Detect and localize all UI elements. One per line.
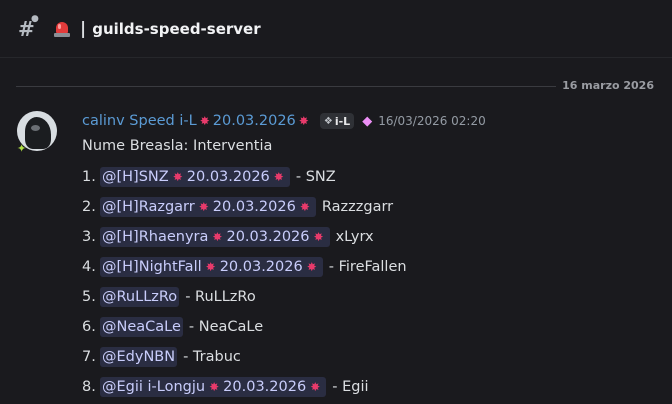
mention-label: @[H]Razgarr xyxy=(102,199,195,215)
list-item-suffix: - Egii xyxy=(332,379,369,395)
list-item-suffix: - NeaCaLe xyxy=(188,319,264,335)
list-number: 3. xyxy=(82,229,96,245)
gem-icon: ◆ xyxy=(362,113,373,129)
guild-tag-label: i-L xyxy=(334,114,351,128)
rotating-light-icon xyxy=(54,20,70,38)
list-number: 2. xyxy=(82,199,96,215)
user-mention[interactable]: @NeaCaLe xyxy=(100,317,183,337)
sparkle-icon: ✸ xyxy=(212,230,223,244)
list-item-suffix: - SNZ xyxy=(295,169,336,185)
sparkle-icon: ✸ xyxy=(298,114,309,128)
channel-header: # ● | guilds-speed-server xyxy=(0,0,672,58)
user-mention[interactable]: @[H]NightFall ✸ 20.03.2026 ✸ xyxy=(100,257,323,277)
list-item-suffix: - FireFallen xyxy=(328,259,407,275)
sparkle-icon: ✸ xyxy=(306,260,317,274)
list-item-suffix: xLyrx xyxy=(335,229,374,245)
mention-label: @[H]SNZ xyxy=(102,169,169,185)
mention-date: 20.03.2026 xyxy=(226,229,310,245)
mention-label: @[H]NightFall xyxy=(102,259,202,275)
sparkle-icon: ✸ xyxy=(198,200,209,214)
mention-label: @EdyNBN xyxy=(102,349,176,365)
message-first-line: Nume Breasla: Interventia xyxy=(82,138,273,154)
hash-lock-icon: # ● xyxy=(18,13,39,41)
sparkle-icon: ✸ xyxy=(209,380,220,394)
mention-label: @[H]Rhaenyra xyxy=(102,229,209,245)
user-mention[interactable]: @Egii i-Longju ✸ 20.03.2026 ✸ xyxy=(100,377,327,397)
list-item: 5. @RuLLzRo - RuLLzRo xyxy=(82,285,256,309)
list-item-suffix: - RuLLzRo xyxy=(185,289,256,305)
mention-date: 20.03.2026 xyxy=(186,169,270,185)
sparkle-icon: ✸ xyxy=(299,200,310,214)
sparkle-icon: ✸ xyxy=(172,170,183,184)
list-item-suffix: Razzzgarr xyxy=(321,199,394,215)
sparkle-icon: ✸ xyxy=(310,380,321,394)
list-number: 1. xyxy=(82,169,96,185)
list-item: 1. @[H]SNZ ✸ 20.03.2026 ✸ - SNZ xyxy=(82,165,336,189)
mention-label: @Egii i-Longju xyxy=(102,379,206,395)
list-number: 8. xyxy=(82,379,96,395)
list-item: 3. @[H]Rhaenyra ✸ 20.03.2026 ✸ xLyrx xyxy=(82,225,374,249)
mention-label: @RuLLzRo xyxy=(102,289,178,305)
author-name-date[interactable]: 20.03.2026 xyxy=(213,113,296,129)
list-number: 5. xyxy=(82,289,96,305)
list-item: 2. @[H]Razgarr ✸ 20.03.2026 ✸ Razzzgarr xyxy=(82,195,393,219)
user-mention[interactable]: @[H]SNZ ✸ 20.03.2026 ✸ xyxy=(100,167,290,187)
list-item: 7. @EdyNBN - Trabuc xyxy=(82,345,241,369)
message-header: calinv Speed i-L ✸ 20.03.2026 ✸ ❖ i-L ◆ … xyxy=(82,113,486,129)
sparkle-icon: ✸ xyxy=(313,230,324,244)
list-number: 7. xyxy=(82,349,96,365)
mention-date: 20.03.2026 xyxy=(223,379,307,395)
list-number: 6. xyxy=(82,319,96,335)
list-item-suffix: - Trabuc xyxy=(183,349,241,365)
sparkle-icon: ✸ xyxy=(205,260,216,274)
channel-name[interactable]: guilds-speed-server xyxy=(92,20,260,38)
avatar-decoration-icon: ✦ xyxy=(17,142,27,155)
message-timestamp[interactable]: 16/03/2026 02:20 xyxy=(378,114,486,128)
user-mention[interactable]: @RuLLzRo xyxy=(100,287,180,307)
diamond-icon: ❖ xyxy=(323,115,333,127)
mention-label: @NeaCaLe xyxy=(102,319,181,335)
list-item: 8. @Egii i-Longju ✸ 20.03.2026 ✸ - Egii xyxy=(82,375,369,399)
sparkle-icon: ✸ xyxy=(199,114,210,128)
user-mention[interactable]: @[H]Razgarr ✸ 20.03.2026 ✸ xyxy=(100,197,316,217)
mention-date: 20.03.2026 xyxy=(212,199,296,215)
header-separator: | xyxy=(80,18,87,39)
user-mention[interactable]: @EdyNBN xyxy=(100,347,178,367)
date-divider-label: 16 marzo 2026 xyxy=(556,79,660,92)
user-mention[interactable]: @[H]Rhaenyra ✸ 20.03.2026 ✸ xyxy=(100,227,330,247)
sparkle-icon: ✸ xyxy=(273,170,284,184)
list-number: 4. xyxy=(82,259,96,275)
guild-tag[interactable]: ❖ i-L xyxy=(319,113,355,129)
list-item: 6. @NeaCaLe - NeaCaLe xyxy=(82,315,263,339)
author-name[interactable]: calinv Speed i-L xyxy=(82,113,197,129)
list-item: 4. @[H]NightFall ✸ 20.03.2026 ✸ - FireFallen xyxy=(82,255,407,279)
mention-date: 20.03.2026 xyxy=(219,259,303,275)
